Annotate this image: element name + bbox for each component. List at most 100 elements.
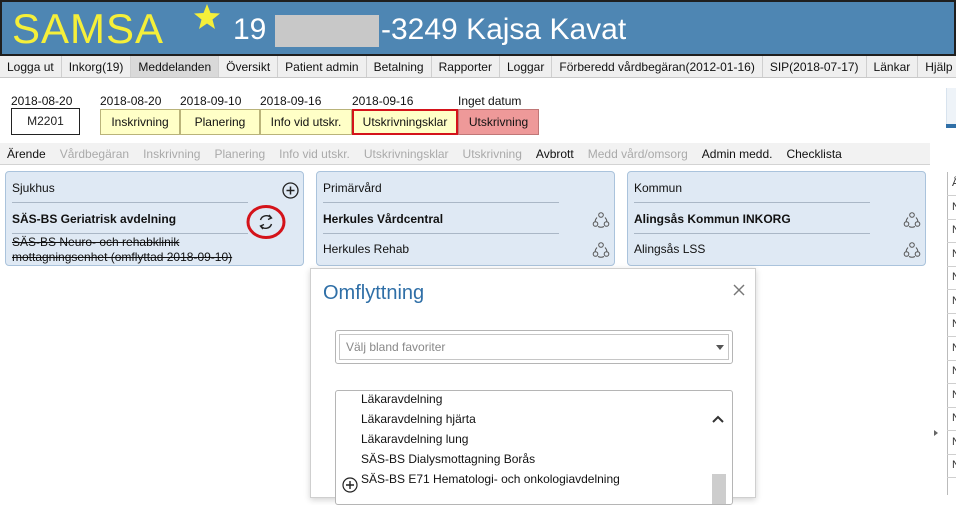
stage-date-planering: 2018-09-10: [180, 94, 242, 108]
panel-divider: [323, 202, 559, 203]
stage-planering[interactable]: Planering: [180, 109, 260, 135]
side-panel-tab-indicator: [946, 124, 956, 128]
panel-sjukhus: Sjukhus SÄS-BS Geriatrisk avdelning SÄS-…: [5, 171, 304, 266]
list-item[interactable]: Läkaravdelning lung: [361, 432, 468, 446]
grid-row-text[interactable]: N: [952, 459, 956, 471]
menu-overview[interactable]: Översikt: [219, 56, 279, 77]
grid-row-divider: [947, 406, 956, 408]
grid-row-text[interactable]: N: [952, 248, 956, 260]
menu-reports[interactable]: Rapporter: [432, 56, 500, 77]
panel-kommun: Kommun Alingsås Kommun INKORG Alingsås L…: [627, 171, 926, 266]
relocation-dialog: Omflyttning Välj bland favoriter Läkarav…: [310, 268, 756, 505]
team-icon[interactable]: [903, 211, 921, 229]
menu-help[interactable]: Hjälp: [918, 56, 956, 77]
grid-row-divider: [947, 477, 956, 478]
grid-row-text[interactable]: N: [952, 342, 956, 354]
municipality-unit: Alingsås Kommun INKORG: [634, 212, 791, 226]
panel-divider: [634, 233, 870, 234]
stage-date-info: 2018-09-16: [260, 94, 322, 108]
list-item[interactable]: SÄS-BS Dialysmottagning Borås: [361, 452, 535, 466]
team-icon[interactable]: [903, 241, 921, 259]
tool-inskrivning[interactable]: Inskrivning: [136, 143, 207, 164]
grid-row-divider: [947, 430, 956, 431]
side-panel-tab[interactable]: [946, 88, 956, 128]
grid-row-divider: [947, 242, 956, 243]
list-item[interactable]: Läkaravdelning hjärta: [361, 412, 476, 426]
stage-date-inskrivning: 2018-08-20: [100, 94, 162, 108]
grid-row-text[interactable]: N: [952, 318, 956, 330]
grid-row-divider: [947, 383, 956, 384]
grid-row-text[interactable]: N: [952, 365, 956, 377]
close-icon[interactable]: [732, 283, 746, 297]
grid-row-divider: [947, 289, 956, 290]
panel-divider: [634, 202, 870, 203]
menu-patient-admin[interactable]: Patient admin: [278, 56, 367, 77]
stage-utskrivning[interactable]: Utskrivning: [458, 109, 539, 135]
menu-payment[interactable]: Betalning: [367, 56, 432, 77]
grid-row-text[interactable]: N: [952, 412, 956, 424]
scrollbar-thumb[interactable]: [712, 474, 726, 504]
municipality-unit-2: Alingsås LSS: [634, 242, 706, 256]
stage-date-utskrivning: Inget datum: [458, 94, 522, 108]
relocate-icon[interactable]: [246, 204, 286, 240]
panel-primarvard: Primärvård Herkules Vårdcentral Herkules…: [316, 171, 615, 266]
expand-unit-icon[interactable]: [342, 477, 358, 493]
expand-arrow-icon[interactable]: [934, 430, 938, 436]
grid-row-divider: [947, 312, 956, 314]
grid-row-text[interactable]: N: [952, 224, 956, 236]
tool-avbrott[interactable]: Avbrott: [529, 143, 581, 164]
grid-row-divider: [947, 453, 956, 455]
case-toolbar: Ärende Vårdbegäran Inskrivning Planering…: [0, 143, 930, 165]
favorites-select[interactable]: Välj bland favoriter: [335, 330, 733, 364]
menu-logs[interactable]: Loggar: [500, 56, 553, 77]
menu-sip[interactable]: SIP(2018-07-17): [763, 56, 867, 77]
panel-divider: [12, 202, 248, 203]
stage-inskrivning[interactable]: Inskrivning: [100, 109, 180, 135]
grid-row-text[interactable]: N: [952, 271, 956, 283]
case-id[interactable]: M2201: [11, 108, 80, 135]
list-item[interactable]: Läkaravdelning: [361, 392, 442, 406]
stage-info-vid-utskr[interactable]: Info vid utskr.: [260, 109, 352, 135]
primary-care-unit: Herkules Vårdcentral: [323, 212, 444, 226]
chevron-down-icon[interactable]: [716, 345, 724, 350]
patient-id-redacted: [275, 15, 379, 47]
grid-row-text[interactable]: N: [952, 436, 956, 448]
app-logo: SAMSA: [12, 5, 165, 52]
grid-row-divider: [947, 218, 956, 220]
grid-row-text[interactable]: Å: [952, 177, 956, 189]
grid-row-text[interactable]: N: [952, 295, 956, 307]
stage-utskrivningsklar[interactable]: Utskrivningsklar: [352, 109, 458, 135]
favorite-star-icon[interactable]: [192, 2, 222, 32]
scroll-up-icon[interactable]: [711, 413, 725, 425]
tool-vardbegaran[interactable]: Vårdbegäran: [53, 143, 136, 164]
tool-medd-vard-omsorg[interactable]: Medd vård/omsorg: [581, 143, 695, 164]
primary-care-unit-2: Herkules Rehab: [323, 242, 410, 256]
moved-hospital-unit: SÄS-BS Neuro- och rehabklinik mottagning…: [12, 235, 233, 264]
tool-checklista[interactable]: Checklista: [779, 143, 848, 164]
tool-planering[interactable]: Planering: [207, 143, 272, 164]
menu-links[interactable]: Länkar: [867, 56, 919, 77]
panel-divider: [12, 233, 248, 234]
team-icon[interactable]: [592, 211, 610, 229]
unit-list: Läkaravdelning Läkaravdelning hjärta Läk…: [335, 390, 733, 505]
favorites-placeholder: Välj bland favoriter: [346, 340, 446, 354]
main-menu: Logga ut Inkorg(19) Meddelanden Översikt…: [0, 56, 956, 78]
panel-sjukhus-title: Sjukhus: [12, 181, 55, 195]
menu-prepared-care-request[interactable]: Förberedd vårdbegäran(2012-01-16): [552, 56, 763, 77]
tool-utskrivning[interactable]: Utskrivning: [456, 143, 529, 164]
menu-messages[interactable]: Meddelanden: [131, 56, 220, 77]
menu-inbox[interactable]: Inkorg(19): [62, 56, 132, 77]
team-icon[interactable]: [592, 241, 610, 259]
grid-row-text[interactable]: N: [952, 201, 956, 213]
list-item[interactable]: SÄS-BS E71 Hematologi- och onkologiavdel…: [361, 472, 620, 486]
grid-row-divider: [947, 195, 956, 196]
add-unit-icon[interactable]: [282, 182, 299, 199]
tool-arende[interactable]: Ärende: [0, 143, 53, 164]
dialog-title: Omflyttning: [323, 282, 425, 304]
menu-logout[interactable]: Logga ut: [0, 56, 62, 77]
grid-row-text[interactable]: N: [952, 389, 956, 401]
favorites-select-field[interactable]: Välj bland favoriter: [339, 334, 729, 360]
tool-info-vid-utskr[interactable]: Info vid utskr.: [272, 143, 357, 164]
tool-utskrivningsklar[interactable]: Utskrivningsklar: [357, 143, 456, 164]
tool-admin-medd[interactable]: Admin medd.: [695, 143, 780, 164]
